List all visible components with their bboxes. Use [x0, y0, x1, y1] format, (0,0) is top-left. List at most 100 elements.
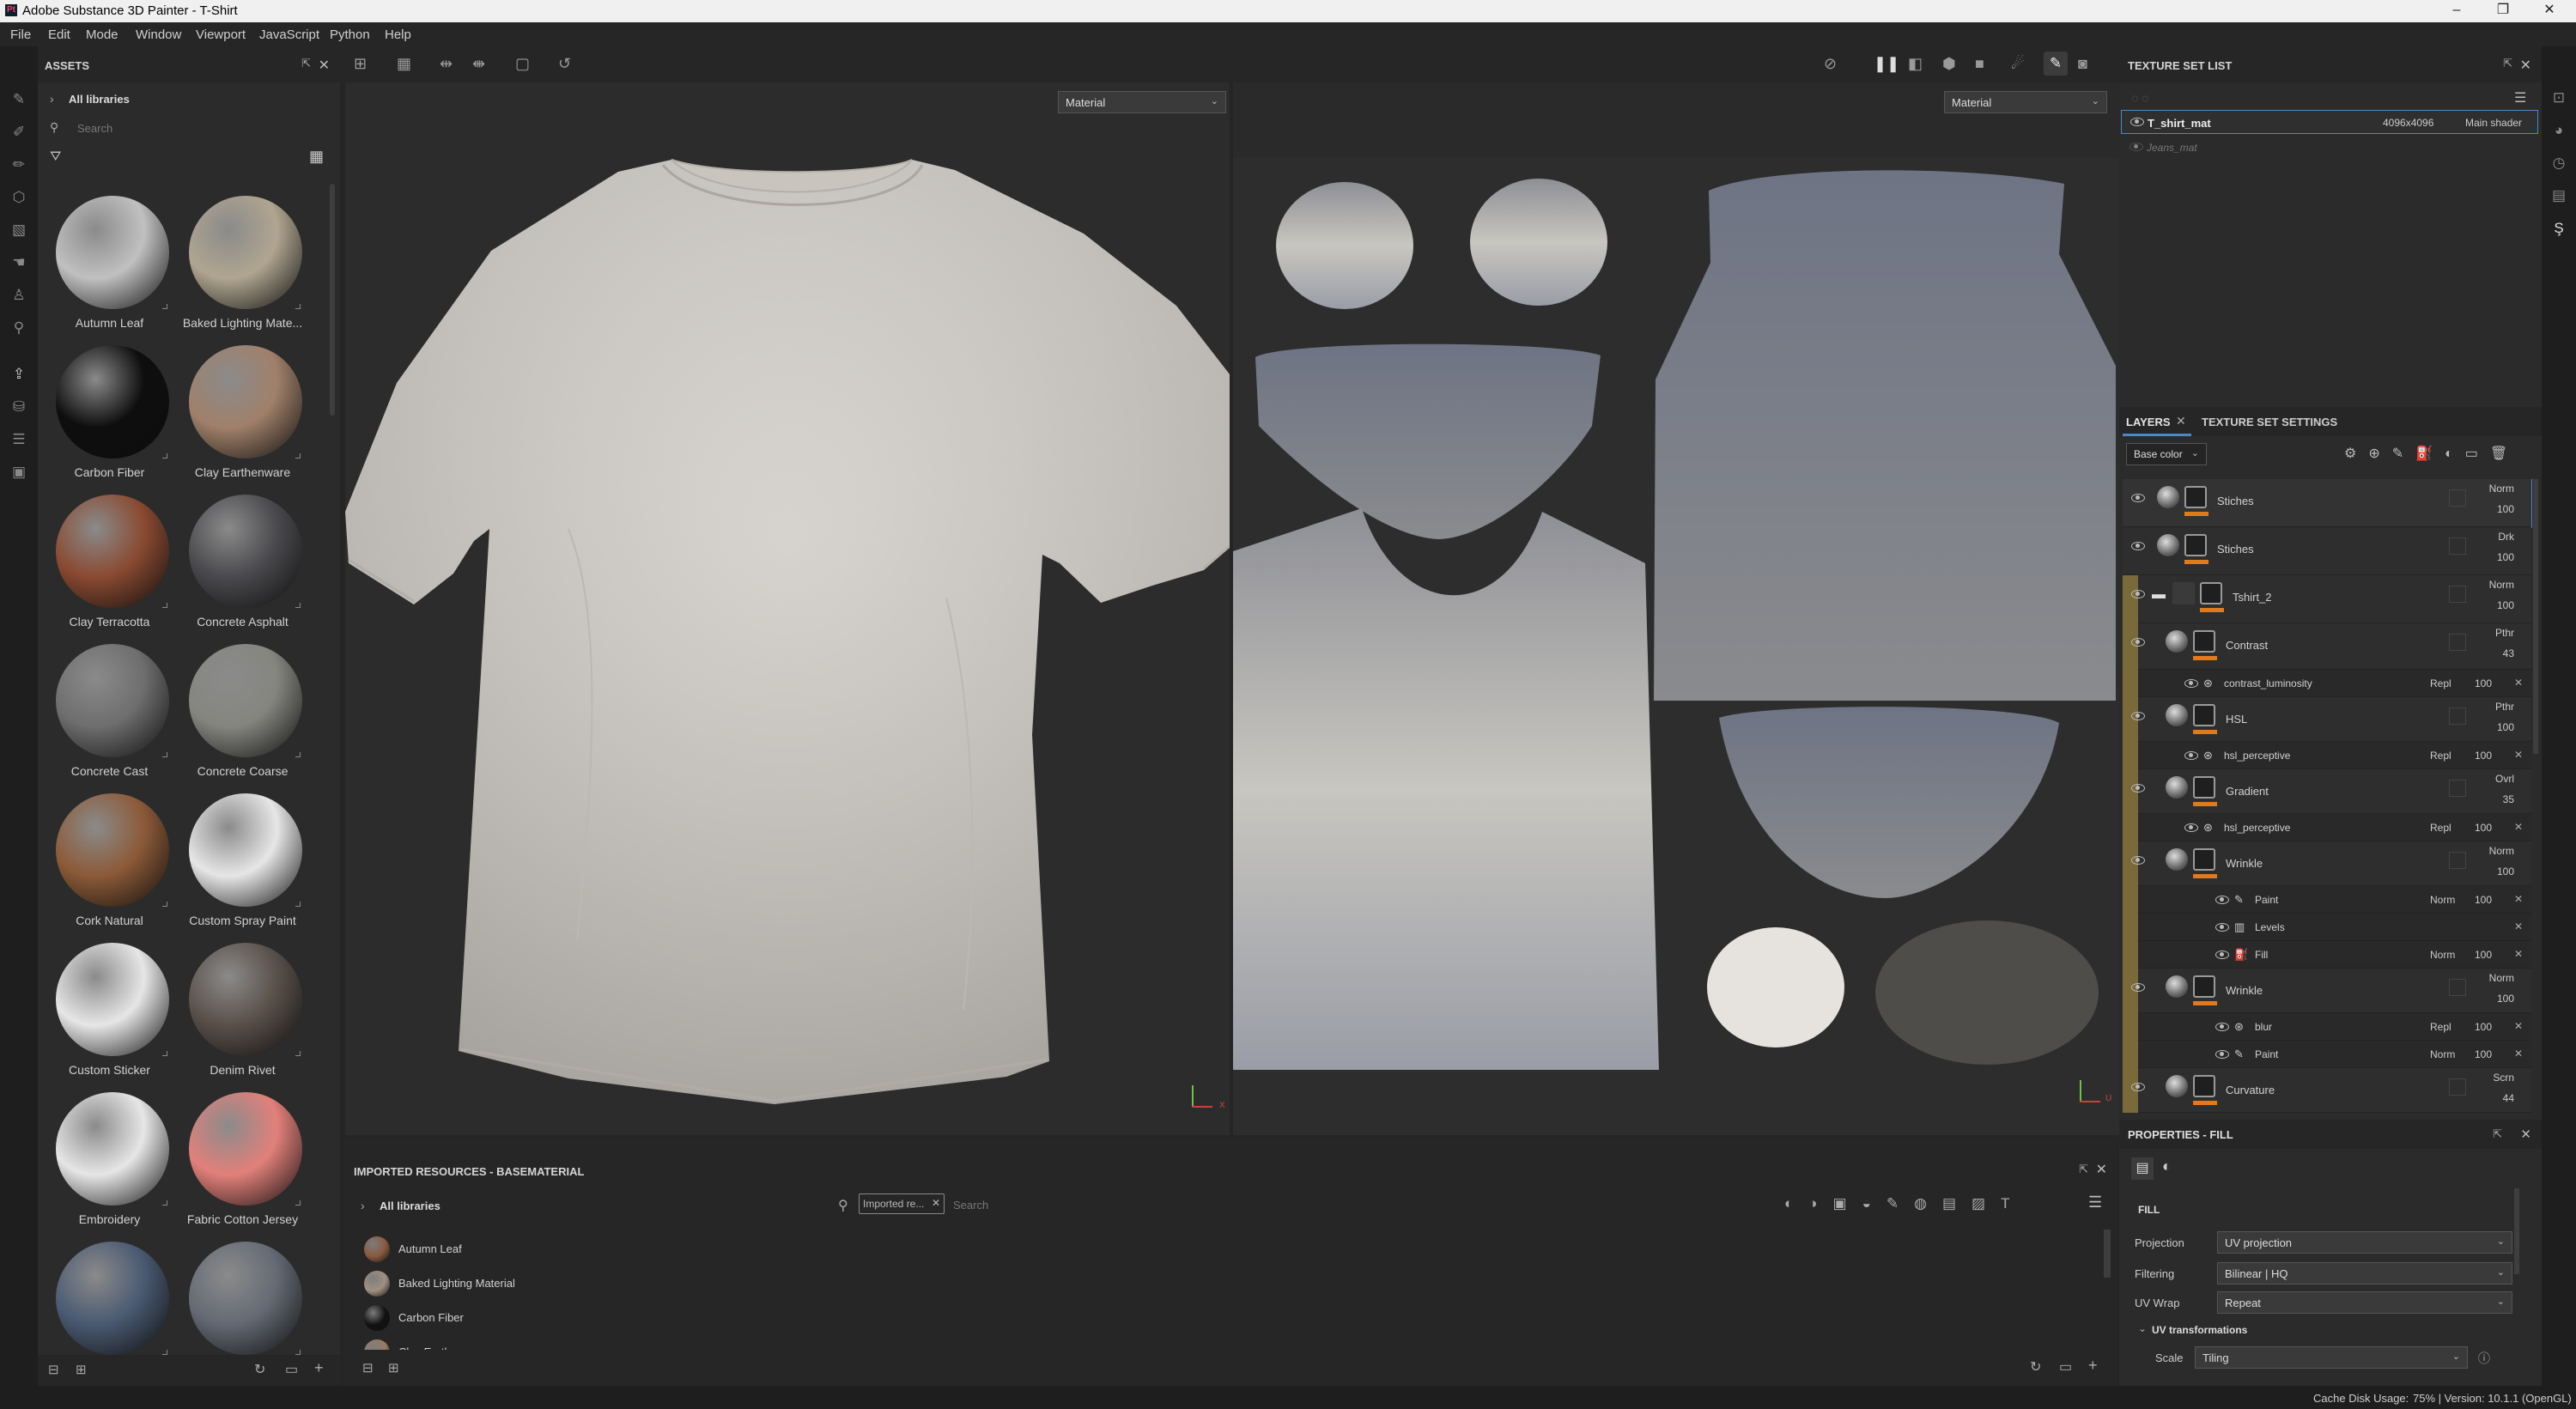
viewport-2d-uv[interactable]: Material ⌄ U: [1233, 82, 2119, 1135]
eye-icon[interactable]: [2129, 143, 2143, 151]
eye-icon[interactable]: [2184, 751, 2198, 760]
bake-icon[interactable]: ▣: [10, 464, 27, 481]
uv-wrap-select[interactable]: Repeat ⌄: [2217, 1291, 2512, 1314]
layer-opacity[interactable]: 43: [2503, 647, 2514, 659]
layers-scrollbar[interactable]: [2533, 479, 2538, 754]
geometry-mask-icon[interactable]: ⬡: [10, 189, 27, 206]
effect-opacity[interactable]: 100: [2475, 822, 2492, 834]
blend-mode[interactable]: Norm: [2489, 483, 2514, 495]
layer-mask-slot[interactable]: [2449, 1078, 2466, 1096]
layer-effect-row[interactable]: ⊛ contrast_luminosity Repl 100 ✕: [2123, 670, 2531, 697]
add-icon[interactable]: +: [2088, 1357, 2098, 1375]
refresh-icon[interactable]: ↻: [254, 1361, 265, 1378]
popout-icon[interactable]: ⇱: [2503, 57, 2512, 70]
split-view-icon[interactable]: ◧: [1908, 55, 1923, 73]
layer-opacity[interactable]: 35: [2503, 793, 2514, 805]
shelf-icon[interactable]: ⛁: [10, 398, 27, 416]
chevron-down-icon[interactable]: ⌄: [2138, 1322, 2147, 1334]
imported-item[interactable]: Carbon Fiber: [361, 1302, 876, 1334]
asset-tile[interactable]: Embroidery: [43, 1089, 176, 1235]
effect-blend-mode[interactable]: Repl: [2430, 1021, 2451, 1033]
blend-mode[interactable]: Ovrl: [2495, 773, 2514, 785]
paint-mode-icon[interactable]: ✎: [2044, 52, 2068, 76]
projection-select[interactable]: UV projection ⌄: [2217, 1231, 2512, 1254]
menu-file[interactable]: File: [10, 27, 31, 42]
effect-blend-mode[interactable]: Repl: [2430, 822, 2451, 834]
resource-type-filters[interactable]: ◐◑▣◒✎◍▤▨T: [1784, 1195, 2025, 1212]
texture-set-menu-icon[interactable]: ☰: [2514, 89, 2526, 106]
menu-window[interactable]: Window: [136, 27, 181, 42]
effect-opacity[interactable]: 100: [2475, 949, 2492, 961]
eye-icon[interactable]: [2215, 1023, 2229, 1031]
effect-blend-mode[interactable]: Norm: [2430, 1048, 2455, 1060]
blend-mode[interactable]: Scrn: [2493, 1072, 2514, 1084]
layer-effect-row[interactable]: ✎ Paint Norm 100 ✕: [2123, 1041, 2531, 1068]
substance-icon[interactable]: Ş: [2550, 220, 2567, 237]
uv-transformations-header[interactable]: UV transformations: [2152, 1324, 2247, 1336]
assets-scrollbar[interactable]: [330, 184, 335, 416]
grid-toggle-icon[interactable]: ⊞: [354, 55, 367, 73]
fill-properties-icon[interactable]: ▤: [2131, 1157, 2154, 1180]
library-selector[interactable]: All libraries: [69, 93, 130, 106]
layer-row[interactable]: Wrinkle Norm 100: [2123, 841, 2531, 886]
eye-icon[interactable]: [2215, 950, 2229, 959]
close-icon[interactable]: ✕: [2520, 57, 2531, 74]
close-icon[interactable]: ✕: [2176, 414, 2186, 428]
filter-tag[interactable]: Imported re... ✕: [859, 1193, 945, 1214]
layer-effect-row[interactable]: ⊛ hsl_perceptive Repl 100 ✕: [2123, 814, 2531, 841]
layer-opacity[interactable]: 100: [2497, 721, 2514, 733]
menu-help[interactable]: Help: [385, 27, 411, 42]
menu-mode[interactable]: Mode: [86, 27, 118, 42]
imported-search-input[interactable]: Search: [953, 1199, 988, 1212]
environment-icon[interactable]: ☄: [2011, 55, 2025, 73]
layer-actions[interactable]: ⚙⊕✎⛽◐▭🗑: [2344, 445, 2519, 462]
texture-set-row-tshirt[interactable]: T_shirt_mat 4096x4096 Main shader: [2121, 110, 2538, 134]
layer-mask-slot[interactable]: [2449, 537, 2466, 555]
asset-tile[interactable]: Concrete Asphalt: [176, 491, 309, 637]
layer-opacity[interactable]: 100: [2497, 599, 2514, 611]
layer-effect-row[interactable]: ⊛ hsl_perceptive Repl 100 ✕: [2123, 742, 2531, 769]
texture-set-list-icon[interactable]: ⊡: [2550, 89, 2567, 106]
asset-tile[interactable]: Custom Sticker: [43, 939, 176, 1085]
eye-icon[interactable]: [2184, 823, 2198, 832]
layer-mask-slot[interactable]: [2449, 708, 2466, 725]
effect-blend-mode[interactable]: Norm: [2430, 949, 2455, 961]
eye-icon[interactable]: [2131, 983, 2145, 992]
viewport-3d[interactable]: Material ⌄ X: [345, 82, 1230, 1135]
layer-mask-slot[interactable]: [2449, 780, 2466, 797]
uv-grid-icon[interactable]: ▦: [397, 55, 411, 73]
cube-view-icon[interactable]: ⬢: [1942, 55, 1956, 73]
eye-icon[interactable]: [2215, 1050, 2229, 1059]
layer-row[interactable]: Wrinkle Norm 100: [2123, 969, 2531, 1013]
blend-mode[interactable]: Pthr: [2495, 627, 2514, 639]
viewport-3d-mode-select[interactable]: Material ⌄: [1058, 91, 1226, 113]
layer-row[interactable]: Contrast Pthr 43: [2123, 623, 2531, 670]
eye-icon[interactable]: [2131, 542, 2145, 550]
close-icon[interactable]: ✕: [2520, 1127, 2531, 1142]
display-settings-icon[interactable]: ◕: [2550, 122, 2567, 139]
add-library-icon[interactable]: ⊟: [362, 1360, 374, 1376]
eye-icon[interactable]: [2215, 923, 2229, 932]
blend-mode[interactable]: Norm: [2489, 579, 2514, 591]
layer-mask-slot[interactable]: [2449, 634, 2466, 651]
remove-effect-icon[interactable]: ✕: [2514, 749, 2523, 761]
channel-select[interactable]: Base color ⌄: [2126, 443, 2207, 465]
projection-icon[interactable]: ✏: [10, 156, 27, 173]
effect-blend-mode[interactable]: Repl: [2430, 750, 2451, 762]
layer-mask-slot[interactable]: [2449, 489, 2466, 507]
material-picker-icon[interactable]: ⚲: [10, 319, 27, 337]
blend-mode[interactable]: Norm: [2489, 845, 2514, 857]
refresh-icon[interactable]: ↻: [2030, 1358, 2041, 1376]
folder-icon[interactable]: ▭: [2059, 1358, 2072, 1376]
history-icon[interactable]: ◷: [2550, 155, 2567, 172]
frame-icon[interactable]: ▢: [515, 55, 530, 73]
layer-mask-slot[interactable]: [2449, 586, 2466, 603]
effect-opacity[interactable]: 100: [2475, 750, 2492, 762]
add-library-icon[interactable]: ⊟: [48, 1362, 59, 1377]
remove-effect-icon[interactable]: ✕: [2514, 893, 2523, 905]
close-icon[interactable]: ✕: [2096, 1161, 2107, 1178]
effect-blend-mode[interactable]: Repl: [2430, 677, 2451, 689]
popout-icon[interactable]: ⇱: [301, 57, 311, 70]
import-icon[interactable]: ⊞: [388, 1360, 399, 1376]
remove-effect-icon[interactable]: ✕: [2514, 677, 2523, 689]
